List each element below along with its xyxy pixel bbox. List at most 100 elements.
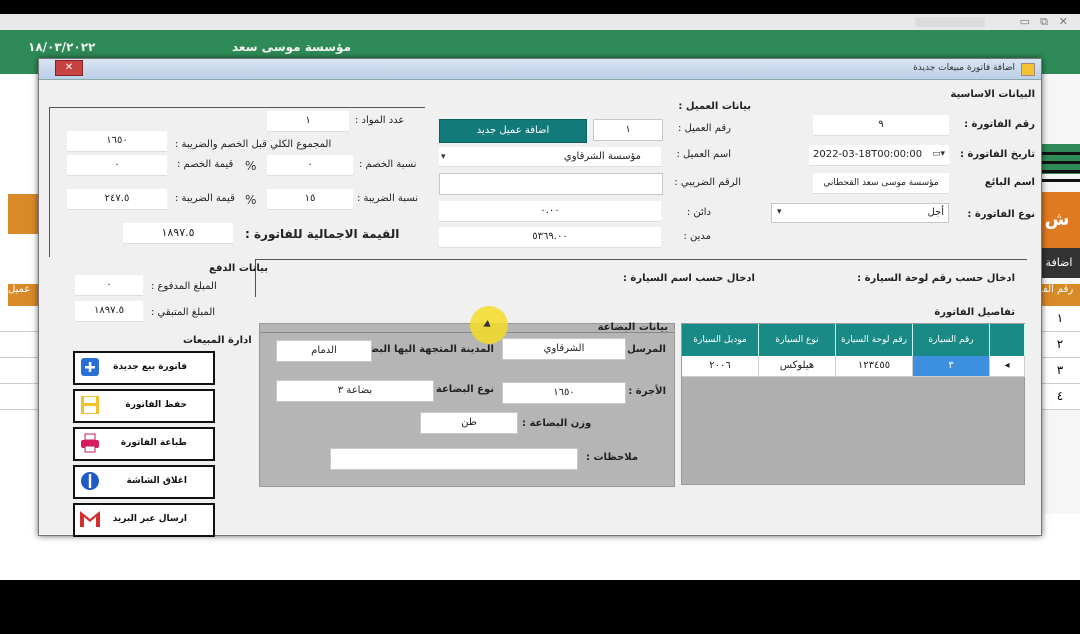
dialog-title: اضافة فاتورة مبيعات جديدة [913, 63, 1015, 73]
invoice-date-field[interactable]: 2022-03-18T00:00:00 [809, 145, 949, 166]
background-block [8, 194, 38, 234]
form-icon [1021, 63, 1035, 76]
background-row-left [0, 306, 40, 332]
save-invoice-label: حفظ الفاتورة [125, 400, 187, 410]
sender-field[interactable]: الشرقاوي [502, 338, 626, 360]
power-icon [81, 472, 99, 490]
new-invoice-button[interactable]: فاتورة بيع جديدة [73, 351, 215, 385]
search-by-name-label: ادخال حسب اسم السيارة : [622, 273, 755, 284]
dialog-titlebar[interactable]: اضافة فاتورة مبيعات جديدة ✕ [39, 59, 1041, 80]
debit-field[interactable]: ٠.٠٠ [439, 201, 661, 222]
plus-icon [81, 358, 99, 376]
credit-label: مدين : [683, 231, 711, 242]
grid-header-plate[interactable]: رقم لوحة السيارة [836, 324, 913, 356]
background-row[interactable]: ٤ [1040, 384, 1080, 410]
invoice-type-label: نوع الفاتورة : [967, 209, 1035, 220]
seller-field[interactable]: مؤسسة موسى سعد القحطاني [813, 173, 949, 194]
app-date: ١٨/٠٣/٢٠٢٢ [28, 40, 96, 54]
background-table-header-left: عميل [8, 284, 40, 306]
discount-rate-field[interactable]: ٠ [267, 155, 353, 176]
save-invoice-button[interactable]: حفظ الفاتورة [73, 389, 215, 423]
grid-header-type[interactable]: نوع السيارة [759, 324, 836, 356]
invoice-type-select[interactable]: أجل [771, 203, 949, 223]
discount-value-field[interactable]: ٠ [67, 155, 167, 176]
row-selector-icon[interactable]: ◂ [990, 356, 1025, 377]
paid-field[interactable]: ٠ [75, 275, 143, 296]
printer-icon [81, 433, 99, 453]
add-client-button[interactable]: اضافة عميل جديد [439, 119, 587, 143]
search-by-plate-label: ادخال حسب رقم لوحة السيارة : [857, 273, 1015, 284]
background-row-left [0, 358, 40, 384]
remaining-field[interactable]: ١٨٩٧.٥ [75, 301, 143, 322]
percent-sign: % [245, 159, 257, 173]
payment-section-title: بيانات الدفع [209, 263, 268, 274]
minimize-icon[interactable]: ▭ [1020, 15, 1030, 28]
grid-header-model[interactable]: موديل السيارة [682, 324, 759, 356]
chevron-down-icon[interactable]: ▾ [441, 152, 446, 162]
print-invoice-label: طباعة الفاتورة [120, 438, 187, 448]
divider [260, 332, 674, 333]
goods-type-field[interactable]: بضاعة ٣ [276, 380, 434, 402]
new-invoice-label: فاتورة بيع جديدة [113, 362, 187, 372]
fare-field[interactable]: ١٦٥٠ [502, 382, 626, 404]
invoice-details-grid: موديل السيارة نوع السيارة رقم لوحة السيا… [681, 323, 1025, 485]
remaining-label: المبلغ المتبقي : [151, 307, 216, 318]
send-email-label: ارسال عبر البريد [112, 514, 187, 524]
background-row[interactable]: ١ [1040, 306, 1080, 332]
background-row[interactable]: ٣ [1040, 358, 1080, 384]
notes-field[interactable] [330, 448, 578, 470]
invoice-no-label: رقم الفاتورة : [964, 119, 1035, 130]
items-count-field[interactable]: ١ [267, 111, 349, 132]
credit-field[interactable]: ٥٣٦٩.٠٠ [439, 227, 661, 248]
invoice-no-field[interactable]: ٩ [813, 115, 949, 136]
grid-cell-model[interactable]: ٢٠٠٦ [682, 356, 759, 377]
seller-label: اسم البائع [984, 177, 1035, 188]
grid-header-car-no[interactable]: رقم السيارة [913, 324, 990, 356]
tax-value-field[interactable]: ٢٤٧.٥ [67, 189, 167, 210]
items-count-label: عدد المواد : [355, 115, 405, 126]
restore-icon[interactable]: ⧉ [1040, 15, 1048, 29]
total-field[interactable]: ١٨٩٧.٥ [123, 223, 233, 244]
browser-bar: ▭ ⧉ ✕ [0, 14, 1080, 31]
cargo-panel: بيانات البضاعة المرسل : الشرقاوي المدينة… [259, 322, 675, 487]
goods-type-label: نوع البضاعة : [428, 384, 494, 395]
background-row-left [0, 384, 40, 410]
grid-cell-car-no[interactable]: ٣ [913, 356, 990, 377]
background-tab[interactable]: اضافة [1038, 248, 1080, 278]
client-name-select[interactable]: مؤسسة الشرقاوي [439, 147, 661, 167]
subtotal-field[interactable]: ١٦٥٠ [67, 131, 167, 152]
close-icon[interactable]: ✕ [1059, 15, 1068, 28]
client-section-title: بيانات العميل : [678, 101, 751, 112]
discount-value-label: قيمة الخصم : [177, 159, 234, 170]
client-no-field[interactable]: ١ [593, 119, 663, 141]
close-window-button[interactable]: اغلاق الشاشة [73, 465, 215, 499]
menu-icon[interactable] [1040, 152, 1080, 192]
weight-field[interactable]: طن [420, 412, 518, 434]
discount-rate-label: نسبة الخصم : [359, 159, 417, 170]
print-invoice-button[interactable]: طباعة الفاتورة [73, 427, 215, 461]
divider [255, 259, 1027, 260]
chevron-down-icon[interactable]: ▾ [777, 207, 782, 217]
background-row[interactable]: ٢ [1040, 332, 1080, 358]
send-email-button[interactable]: ارسال عبر البريد [73, 503, 215, 537]
grid-cell-type[interactable]: هيلوكس [759, 356, 836, 377]
fare-label: الأجرة : [628, 386, 666, 397]
grid-cell-plate[interactable]: ١٢٣٤٥٥ [836, 356, 913, 377]
tax-no-label: الرقم الضريبي : [674, 177, 741, 188]
divider [49, 107, 425, 108]
grid-header-corner [990, 324, 1025, 356]
total-label: القيمة الاجمالية للفاتورة : [245, 227, 400, 241]
notes-label: ملاحظات : [586, 452, 639, 463]
dialog-close-button[interactable]: ✕ [55, 60, 83, 76]
save-icon [81, 396, 99, 414]
paid-label: المبلغ المدفوع : [151, 281, 217, 292]
subtotal-label: المجموع الكلي قبل الخصم والضريبة : [175, 139, 332, 150]
destination-field[interactable]: الدمام [276, 340, 372, 362]
tax-rate-label: نسبة الضريبة : [357, 193, 418, 204]
address-bar[interactable] [915, 17, 985, 27]
tax-rate-field[interactable]: ١٥ [267, 189, 353, 210]
tax-no-field[interactable] [439, 173, 663, 195]
percent-sign: % [245, 193, 257, 207]
client-no-label: رقم العميل : [677, 123, 731, 134]
calendar-icon[interactable]: ▭▾ [932, 149, 945, 159]
